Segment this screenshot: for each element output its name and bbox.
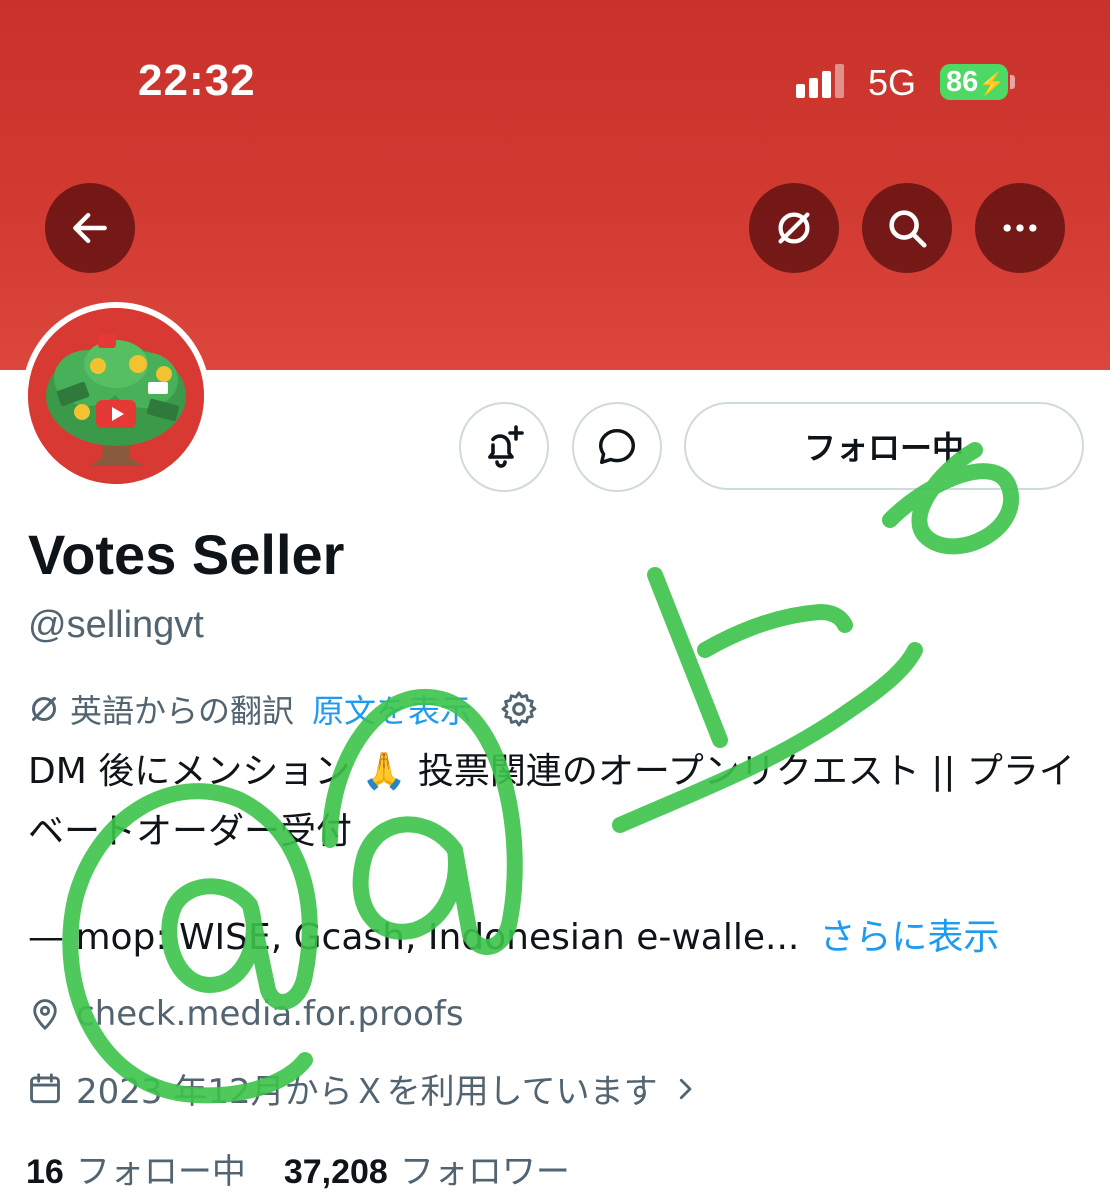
translation-label: 英語からの翻訳 xyxy=(70,692,295,730)
signal-strength-icon xyxy=(796,64,844,98)
followers-count: 37,208 xyxy=(283,1153,388,1191)
search-button[interactable] xyxy=(862,183,952,273)
avatar-image xyxy=(28,308,204,484)
following-count: 16 xyxy=(26,1153,64,1191)
bio-payment-line: — mop: WISE, Gcash, Indonesian e-walle..… xyxy=(28,912,1088,964)
more-horizontal-icon xyxy=(1003,224,1037,232)
battery-level: 86 xyxy=(946,66,979,98)
message-button[interactable] xyxy=(572,402,662,492)
bio-payment-text: — mop: WISE, Gcash, Indonesian e-walle..… xyxy=(28,917,800,958)
following-button[interactable]: フォロー中 xyxy=(684,402,1084,490)
joined-row[interactable]: 2023 年12月からＸを利用しています xyxy=(26,1064,700,1113)
battery-indicator: 86⚡ xyxy=(940,64,1008,100)
profile-avatar[interactable] xyxy=(22,302,210,490)
following-label: フォロー中 xyxy=(75,1152,246,1192)
translation-row: 英語からの翻訳 原文を表示 xyxy=(26,688,540,730)
location-row: check.media.for.proofs xyxy=(26,994,464,1034)
follow-stats: 16 フォロー中 37,208 フォロワー xyxy=(26,1144,570,1193)
location-text: check.media.for.proofs xyxy=(76,994,464,1034)
bio-text: DM 後にメンション 🙏 投票関連のオープンリクエスト || プライベートオーダ… xyxy=(28,751,1075,852)
followers-label: フォロワー xyxy=(399,1152,570,1192)
back-button[interactable] xyxy=(45,183,135,273)
charging-bolt-icon: ⚡ xyxy=(978,71,1006,96)
followers-stat[interactable]: 37,208 フォロワー xyxy=(284,1144,570,1193)
show-more-link[interactable]: さらに表示 xyxy=(819,917,999,958)
show-original-link[interactable]: 原文を表示 xyxy=(312,686,472,732)
following-stat[interactable]: 16 フォロー中 xyxy=(26,1144,246,1193)
translate-icon xyxy=(32,697,56,721)
gear-icon[interactable] xyxy=(498,688,540,730)
money-tree-logo-icon xyxy=(28,308,204,484)
joined-text: 2023 年12月からＸを利用しています xyxy=(76,1072,658,1112)
bell-plus-icon xyxy=(488,425,524,468)
status-time: 22:32 xyxy=(138,56,256,105)
chevron-right-icon xyxy=(679,1078,691,1099)
user-handle: @sellingvt xyxy=(28,604,204,646)
translate-button[interactable] xyxy=(749,183,839,273)
arrow-left-icon xyxy=(73,212,107,244)
display-name: Votes Seller xyxy=(28,523,345,586)
search-icon xyxy=(889,210,927,248)
calendar-icon xyxy=(30,1072,60,1103)
translate-icon xyxy=(778,212,810,244)
notify-button[interactable] xyxy=(459,402,549,492)
battery-cap xyxy=(1010,75,1015,89)
network-type: 5G xyxy=(868,62,917,103)
more-options-button[interactable] xyxy=(975,183,1065,273)
message-bubble-icon xyxy=(598,428,636,465)
location-pin-icon xyxy=(33,999,57,1030)
